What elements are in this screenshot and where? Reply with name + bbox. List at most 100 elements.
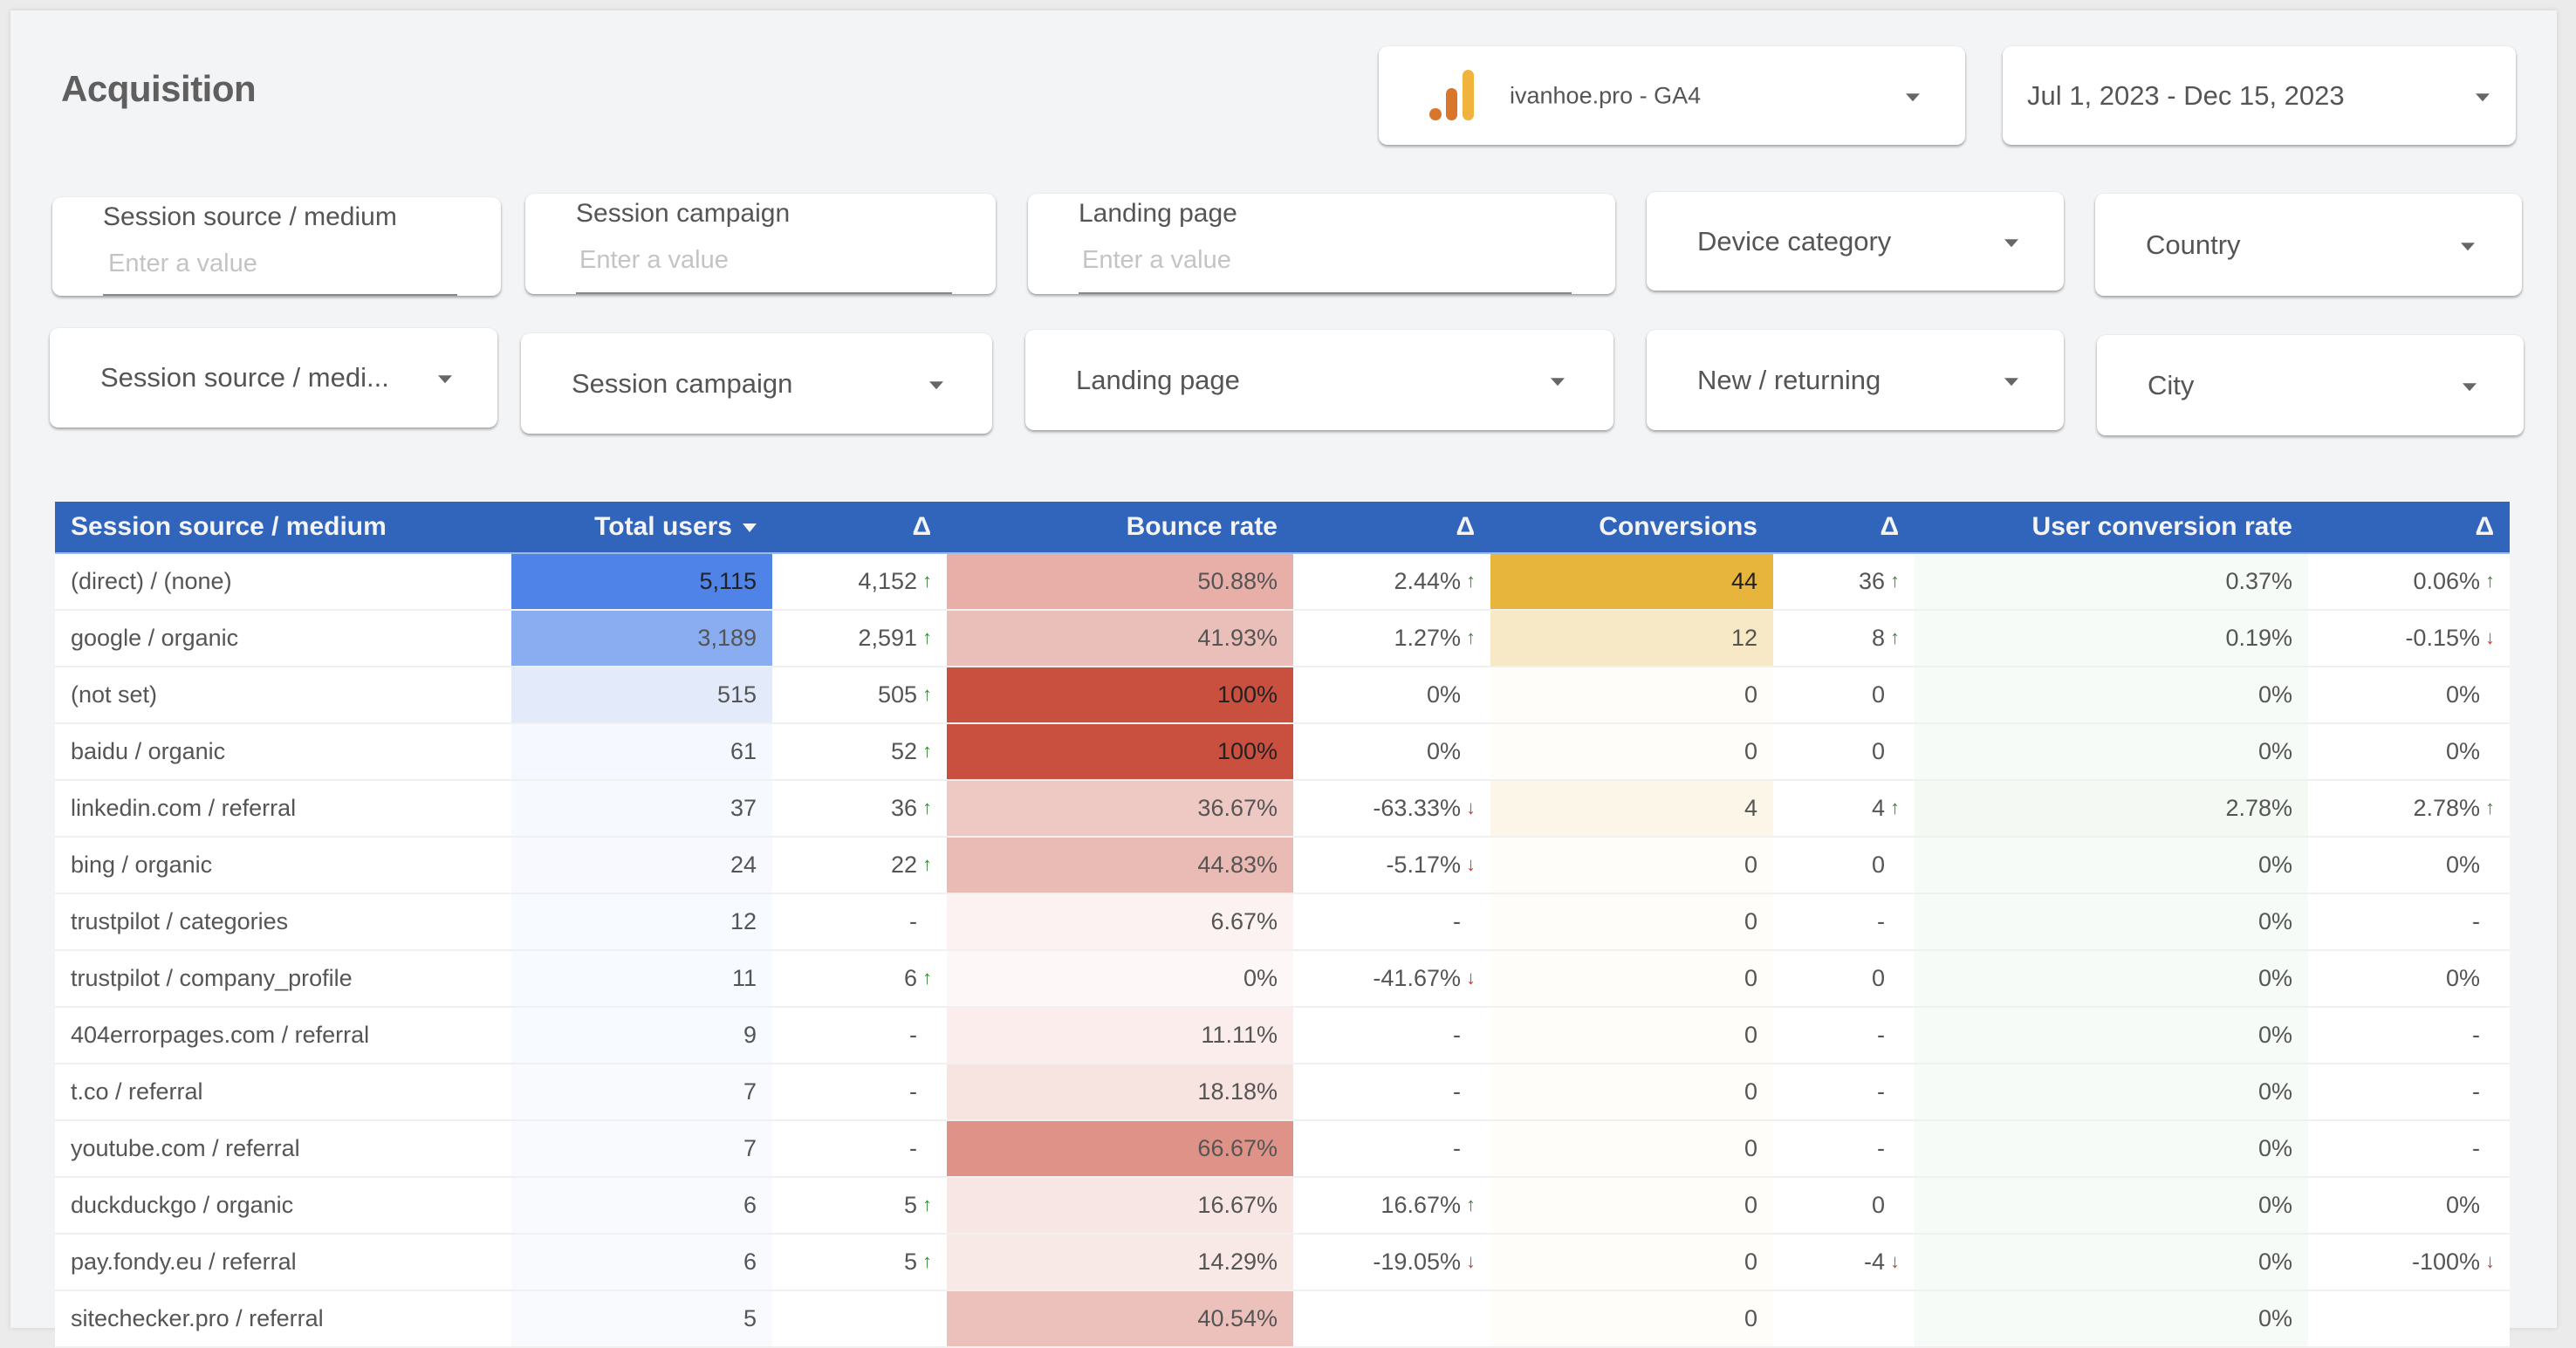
property-selector[interactable]: ivanhoe.pro - GA4 [1379, 46, 1965, 145]
session-campaign-input[interactable] [576, 246, 957, 275]
arrow-down-icon: ↓ [1466, 853, 1476, 875]
google-analytics-icon [1429, 70, 1474, 120]
column-header-bounce-rate-delta[interactable]: Δ [1293, 502, 1490, 554]
table-row[interactable]: linkedin.com / referral 37 36 ↑ 36.67% -63.33… [55, 780, 2510, 838]
table-row[interactable]: baidu / organic 61 52 ↑ 100% 0% 0 0 0% 0% [55, 723, 2510, 781]
filter-device-category-dropdown[interactable]: Device category [1647, 192, 2064, 291]
table-row[interactable]: google / organic 3,189 2,591 ↑ 41.93% 1.27% ↑ 1… [55, 610, 2510, 667]
column-header-total-users[interactable]: Total users [511, 502, 772, 554]
cell-value: 66.67% [1197, 1135, 1278, 1161]
cell-value: 5 [903, 1192, 917, 1218]
table-row[interactable]: t.co / referral 7 - 18.18% - 0 - 0% - [55, 1064, 2510, 1121]
cell-value: 6 [903, 965, 917, 991]
cell-value: 22 [890, 852, 917, 878]
cell-total-users-delta: - [772, 1064, 947, 1121]
cell-value: 0 [1744, 965, 1757, 991]
cell-bounce-rate: 44.83% [947, 837, 1293, 894]
cell-conversions-delta: -4 ↓ [1773, 1234, 1915, 1291]
filter-session-campaign-dropdown[interactable]: Session campaign [521, 333, 992, 434]
table-row[interactable]: pay.fondy.eu / referral 6 5 ↑ 14.29% -19.05% ↓… [55, 1234, 2510, 1291]
column-header-user-conversion-rate[interactable]: User conversion rate [1915, 502, 2308, 554]
cell-value: 7 [743, 1078, 757, 1105]
filter-city-dropdown[interactable]: City [2097, 335, 2524, 435]
session-source-medium-input[interactable] [105, 250, 464, 278]
table-row[interactable]: sitechecker.pro / referral 5 40.54% 0 0% [55, 1290, 2510, 1348]
arrow-up-icon: ↑ [1890, 570, 1900, 592]
cell-value: 2.78% [2225, 795, 2292, 821]
table-row[interactable]: trustpilot / categories 12 - 6.67% - 0 - 0% - [55, 893, 2510, 951]
landing-page-input[interactable] [1079, 246, 1577, 275]
filter-landing-page-dropdown[interactable]: Landing page [1025, 330, 1613, 430]
cell-value: 4 [1744, 795, 1757, 821]
cell-value: 5,115 [699, 568, 757, 594]
cell-value: - [909, 1135, 917, 1161]
cell-conversions: 0 [1490, 893, 1773, 951]
filter-label: Session source / medium [103, 202, 397, 231]
cell-value: 100% [1216, 681, 1278, 708]
cell-user-conversion-rate: 0.19% [1915, 610, 2308, 667]
cell-value: 505 [877, 681, 917, 708]
filter-new-returning-dropdown[interactable]: New / returning [1647, 330, 2064, 430]
cell-total-users: 515 [511, 667, 772, 724]
acquisition-table: Session source / medium Total users Δ Bo… [55, 502, 2510, 1348]
cell-value: - [1453, 1135, 1461, 1161]
cell-conversions: 0 [1490, 950, 1773, 1008]
cell-value: - [1877, 1022, 1885, 1048]
arrow-up-icon: ↑ [2485, 570, 2495, 592]
cell-value: 12 [1730, 625, 1757, 651]
arrow-up-icon: ↑ [922, 570, 932, 592]
cell-value: - [2472, 1135, 2480, 1161]
cell-value: 404errorpages.com / referral [71, 1022, 370, 1048]
filter-session-campaign-input[interactable]: Session campaign [525, 194, 996, 294]
cell-value: linkedin.com / referral [71, 795, 297, 821]
cell-value: youtube.com / referral [71, 1135, 300, 1161]
cell-value: 4 [1871, 795, 1885, 821]
table-row[interactable]: trustpilot / company_profile 11 6 ↑ 0% -41.67… [55, 950, 2510, 1008]
cell-bounce-rate: 18.18% [947, 1064, 1293, 1121]
cell-session-source-medium: linkedin.com / referral [55, 780, 511, 838]
table-row[interactable]: youtube.com / referral 7 - 66.67% - 0 - 0% - [55, 1120, 2510, 1178]
cell-value: 9 [743, 1022, 757, 1048]
cell-value: 7 [743, 1135, 757, 1161]
cell-value: trustpilot / company_profile [71, 965, 353, 991]
cell-value: 0% [2257, 1249, 2292, 1275]
filter-country-dropdown[interactable]: Country [2095, 194, 2522, 296]
chevron-down-icon [2476, 92, 2490, 101]
filter-landing-page-input[interactable]: Landing page [1028, 194, 1615, 294]
cell-value: 8 [1871, 625, 1885, 651]
date-range-selector[interactable]: Jul 1, 2023 - Dec 15, 2023 [2003, 46, 2516, 145]
cell-value: 36 [890, 795, 917, 821]
cell-value: 100% [1216, 738, 1278, 764]
column-header-total-users-delta[interactable]: Δ [772, 502, 947, 554]
arrow-down-icon: ↓ [1890, 1250, 1900, 1272]
cell-value: 36 [1858, 568, 1885, 594]
cell-value: 0% [2257, 1022, 2292, 1048]
table-row[interactable]: (not set) 515 505 ↑ 100% 0% 0 0 0% 0% [55, 667, 2510, 724]
filter-session-source-medium-input[interactable]: Session source / medium [52, 197, 501, 296]
column-header-label: Δ [1456, 512, 1475, 541]
cell-conversions-delta: - [1773, 893, 1915, 951]
table-row[interactable]: duckduckgo / organic 6 5 ↑ 16.67% 16.67% ↑ 0 0 0%… [55, 1177, 2510, 1235]
dropdown-label: Device category [1697, 225, 1892, 257]
cell-user-conversion-rate-delta: 0% [2308, 723, 2510, 781]
cell-bounce-rate: 100% [947, 723, 1293, 781]
table-row[interactable]: 404errorpages.com / referral 9 - 11.11% - 0 - 0… [55, 1007, 2510, 1064]
column-header-session-source-medium[interactable]: Session source / medium [55, 502, 511, 554]
table-row[interactable]: bing / organic 24 22 ↑ 44.83% -5.17% ↓ 0 0 0% 0% [55, 837, 2510, 894]
column-header-conversions[interactable]: Conversions [1490, 502, 1773, 554]
cell-value: 0% [1243, 965, 1278, 991]
column-header-conversions-delta[interactable]: Δ [1773, 502, 1915, 554]
dropdown-label: Country [2146, 229, 2241, 260]
cell-value: 0% [2257, 965, 2292, 991]
chevron-down-icon [2463, 382, 2477, 391]
arrow-up-icon: ↑ [2485, 797, 2495, 818]
cell-total-users-delta: 5 ↑ [772, 1234, 947, 1291]
cell-value: 44 [1730, 568, 1757, 594]
table-header-row: Session source / medium Total users Δ Bo… [55, 502, 2510, 554]
filter-session-source-medium-dropdown[interactable]: Session source / medi... [50, 328, 497, 428]
table-row[interactable]: (direct) / (none) 5,115 4,152 ↑ 50.88% 2.44% ↑… [55, 553, 2510, 611]
input-underline [103, 294, 457, 296]
column-header-user-conversion-rate-delta[interactable]: Δ [2308, 502, 2510, 554]
cell-value: 0 [1744, 908, 1757, 934]
column-header-bounce-rate[interactable]: Bounce rate [947, 502, 1293, 554]
